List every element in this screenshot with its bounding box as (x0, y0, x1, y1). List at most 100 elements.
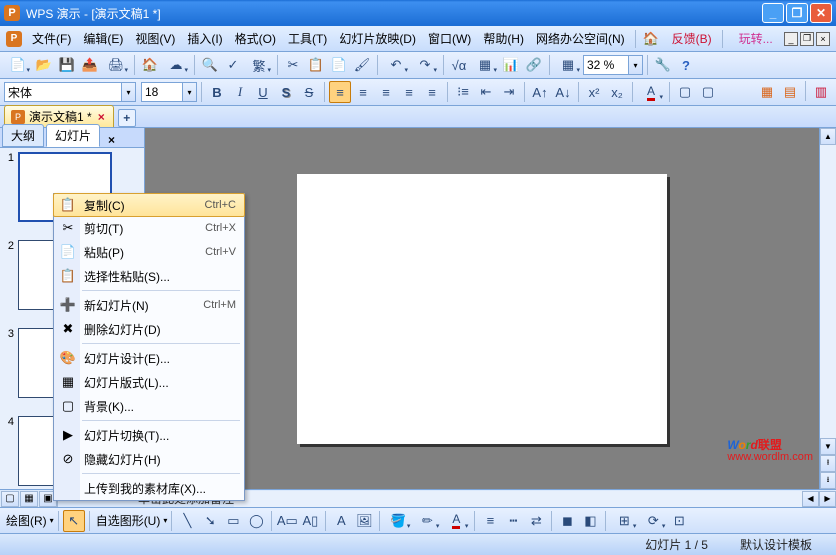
new-slide-button[interactable]: ▢ (697, 81, 719, 103)
equal-size-button[interactable]: ⊡ (668, 510, 690, 532)
oval-tool-button[interactable]: ◯ (245, 510, 267, 532)
paste-button[interactable]: 📄 (328, 54, 350, 76)
rotate-button[interactable]: ⟳ (639, 510, 667, 532)
chevron-down-icon[interactable]: ▾ (183, 82, 197, 102)
mdi-minimize-button[interactable]: _ (784, 32, 798, 46)
ctx-background[interactable]: ▢背景(K)... (54, 394, 244, 418)
shadow-style-button[interactable]: ◼ (556, 510, 578, 532)
insert-hyperlink-button[interactable]: 🔗 (523, 54, 545, 76)
rect-tool-button[interactable]: ▭ (222, 510, 244, 532)
slide-design-button[interactable]: ▢ (674, 81, 696, 103)
decrease-indent-button[interactable]: ⇤ (475, 81, 497, 103)
textbox-h-button[interactable]: A▭ (276, 510, 298, 532)
menu-feedback[interactable]: 反馈(B) (666, 27, 718, 50)
menu-file[interactable]: 文件(F) (26, 27, 77, 50)
zoom-input[interactable] (583, 55, 629, 75)
pane-resource-button[interactable]: ▦ (756, 81, 778, 103)
new-button[interactable]: 📄 (4, 54, 32, 76)
underline-button[interactable]: U (252, 81, 274, 103)
italic-button[interactable]: I (229, 81, 251, 103)
increase-font-button[interactable]: A↑ (529, 81, 551, 103)
font-size-input[interactable] (141, 82, 183, 102)
horizontal-scrollbar[interactable]: ◀ ▶ (234, 491, 836, 507)
wordart-tool-button[interactable]: A (330, 510, 352, 532)
insert-table-button[interactable]: ▦ (471, 54, 499, 76)
mdi-restore-button[interactable]: ❐ (800, 32, 814, 46)
copy-button[interactable]: 📋 (305, 54, 327, 76)
font-size-combo[interactable]: ▾ (141, 82, 197, 102)
ctx-paste-special[interactable]: 📋选择性粘贴(S)... (54, 264, 244, 288)
shadow-button[interactable]: S (275, 81, 297, 103)
tab-close-icon[interactable]: × (96, 110, 107, 124)
distribute-button[interactable]: ≡ (421, 81, 443, 103)
undo-button[interactable]: ↶ (382, 54, 410, 76)
menu-slideshow[interactable]: 幻灯片放映(D) (333, 27, 422, 50)
line-color-button[interactable]: ✏ (413, 510, 441, 532)
sorter-view-button[interactable]: ▦ (20, 491, 38, 507)
format-painter-button[interactable]: 🖌 (351, 54, 373, 76)
scroll-left-icon[interactable]: ◀ (802, 491, 819, 507)
print-preview-button[interactable]: 🔍 (199, 54, 221, 76)
insert-picture-button[interactable]: 🖼 (353, 510, 375, 532)
menu-tools[interactable]: 工具(T) (282, 27, 333, 50)
arrow-tool-button[interactable]: ➘ (199, 510, 221, 532)
pane-template-button[interactable]: ▤ (779, 81, 801, 103)
strike-button[interactable]: S (298, 81, 320, 103)
spellcheck-button[interactable]: ✓ (222, 54, 244, 76)
scroll-down-icon[interactable]: ▼ (820, 438, 836, 455)
ctx-slide-design[interactable]: 🎨幻灯片设计(E)... (54, 346, 244, 370)
ctx-transition[interactable]: ▶幻灯片切换(T)... (54, 423, 244, 447)
vertical-scrollbar[interactable]: ▲ ▼ ⭱ ⭳ (819, 128, 836, 489)
3d-style-button[interactable]: ◧ (579, 510, 601, 532)
ctx-delete-slide[interactable]: ✖删除幻灯片(D) (54, 317, 244, 341)
prev-slide-icon[interactable]: ⭱ (820, 455, 836, 472)
scroll-track[interactable] (234, 491, 802, 507)
close-button[interactable]: ✕ (810, 3, 832, 23)
draw-menu[interactable]: 绘图(R) (4, 512, 49, 529)
equation-button[interactable]: √α (448, 54, 470, 76)
line-style-button[interactable]: ≡ (479, 510, 501, 532)
menu-window[interactable]: 窗口(W) (422, 27, 477, 50)
home-icon[interactable]: 🏠 (640, 28, 662, 50)
scroll-track[interactable] (820, 145, 836, 438)
next-slide-icon[interactable]: ⭳ (820, 472, 836, 489)
font-name-input[interactable] (4, 82, 122, 102)
textbox-v-button[interactable]: A▯ (299, 510, 321, 532)
slide-canvas[interactable]: Word联盟 www.wordlm.com (145, 128, 819, 489)
ctx-copy[interactable]: 📋复制(C)Ctrl+C (53, 193, 245, 217)
insert-chart-button[interactable]: 📊 (500, 54, 522, 76)
new-tab-button[interactable]: + (118, 109, 136, 127)
cut-button[interactable]: ✂ (282, 54, 304, 76)
superscript-button[interactable]: x² (583, 81, 605, 103)
fill-color-button[interactable]: 🪣 (384, 510, 412, 532)
chevron-down-icon[interactable]: ▾ (122, 82, 136, 102)
arrow-style-button[interactable]: ⇄ (525, 510, 547, 532)
current-slide[interactable] (297, 174, 667, 444)
ctx-hide-slide[interactable]: ⊘隐藏幻灯片(H) (54, 447, 244, 471)
align-center-button[interactable]: ≡ (352, 81, 374, 103)
roaming-button[interactable]: ☁ (162, 54, 190, 76)
pane-task-button[interactable]: ▥ (810, 81, 832, 103)
minimize-button[interactable]: _ (762, 3, 784, 23)
scroll-up-icon[interactable]: ▲ (820, 128, 836, 145)
open-button[interactable]: 📂 (33, 54, 55, 76)
home-toolbar-icon[interactable]: 🏠 (139, 54, 161, 76)
menu-help[interactable]: 帮助(H) (477, 27, 530, 50)
bullets-button[interactable]: ⁝≡ (452, 81, 474, 103)
select-tool-button[interactable]: ↖ (63, 510, 85, 532)
align-left-button[interactable]: ≡ (329, 81, 351, 103)
scroll-right-icon[interactable]: ▶ (819, 491, 836, 507)
pane-close-icon[interactable]: × (104, 133, 119, 147)
autoshape-menu[interactable]: 自选图形(U) (94, 512, 163, 529)
mdi-close-button[interactable]: × (816, 32, 830, 46)
font-color-button[interactable]: A (637, 81, 665, 103)
menu-insert[interactable]: 插入(I) (181, 27, 228, 50)
grid-button[interactable]: ▦ (554, 54, 582, 76)
save-button[interactable]: 💾 (56, 54, 78, 76)
align-distribute-button[interactable]: ⊞ (610, 510, 638, 532)
menu-view[interactable]: 视图(V) (129, 27, 181, 50)
align-right-button[interactable]: ≡ (375, 81, 397, 103)
font-color-draw-button[interactable]: A (442, 510, 470, 532)
decrease-font-button[interactable]: A↓ (552, 81, 574, 103)
options-button[interactable]: 🔧 (652, 54, 674, 76)
